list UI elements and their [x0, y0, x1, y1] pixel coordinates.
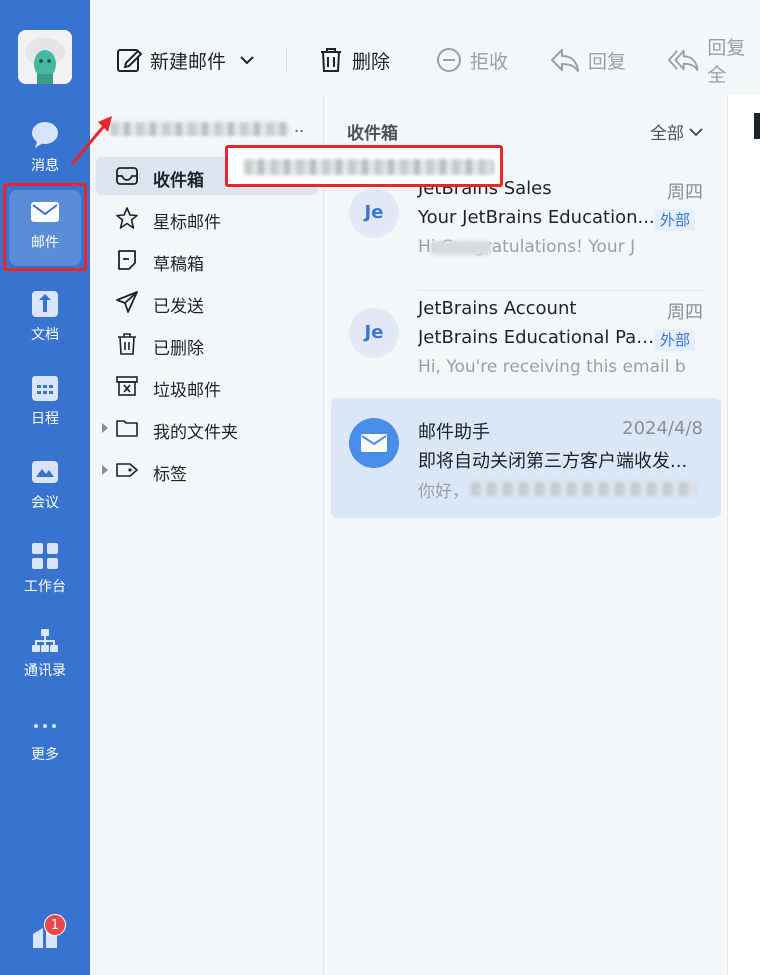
calendar-icon: [32, 376, 58, 401]
folder-label: 草稿箱: [153, 255, 204, 275]
folder-label: 星标邮件: [153, 213, 221, 233]
folder-label: 垃圾邮件: [153, 381, 221, 401]
mail-date: 周四: [667, 182, 703, 203]
filter-label: 全部: [650, 124, 684, 144]
delete-button[interactable]: 删除: [318, 44, 390, 76]
org-chart-icon: [32, 629, 58, 652]
sender-avatar: Je: [349, 188, 399, 238]
envelope-icon: [361, 434, 387, 452]
delete-label: 删除: [352, 50, 391, 73]
chat-bubble-icon: [32, 122, 58, 148]
tag-icon: [116, 463, 138, 477]
toolbar: 新建邮件 删除 拒收 回复 回复全: [90, 0, 760, 95]
rail-item-meetings[interactable]: 会议: [0, 450, 90, 526]
rail-item-calendar[interactable]: 日程: [0, 366, 90, 442]
list-title: 收件箱: [347, 124, 398, 144]
new-mail-label: 新建邮件: [150, 50, 227, 73]
rail-item-more[interactable]: 更多: [0, 702, 90, 778]
external-tag: 外部: [654, 329, 695, 351]
mail-list-pane: 收件箱 全部 Je JetBrains Sales 周四 Your JetBra…: [325, 95, 727, 975]
more-dots-icon: [34, 724, 56, 728]
mail-divider: [418, 290, 703, 291]
rail-item-label: 通讯录: [24, 663, 66, 679]
new-mail-button[interactable]: 新建邮件: [116, 44, 264, 76]
expand-caret-icon[interactable]: [102, 423, 108, 433]
rail-item-contacts[interactable]: 通讯录: [0, 618, 90, 694]
folder-my-folders[interactable]: 我的文件夹: [96, 409, 318, 447]
spam-box-icon: [116, 376, 138, 396]
filter-dropdown[interactable]: 全部: [650, 119, 704, 144]
folder-spam[interactable]: 垃圾邮件: [96, 367, 318, 405]
doc-icon: [32, 291, 58, 317]
folder-label: 已删除: [153, 339, 204, 359]
sender-avatar: Je: [349, 308, 399, 358]
mail-sender: 邮件助手: [418, 422, 490, 443]
chevron-down-icon: [689, 127, 703, 136]
folder-deleted[interactable]: 已删除: [96, 325, 318, 363]
mail-sender: JetBrains Account: [418, 298, 577, 319]
folder-starred[interactable]: 星标邮件: [96, 199, 318, 237]
compose-icon: [117, 49, 142, 72]
mail-item-selected[interactable]: 邮件助手 2024/4/8 即将自动关闭第三方客户端收发... 你好，: [331, 398, 721, 518]
trash-icon: [118, 333, 136, 355]
apps-grid-icon: [32, 543, 58, 569]
mail-item[interactable]: Je JetBrains Sales 周四 Your JetBrains Edu…: [331, 178, 721, 298]
toolbar-divider: [286, 48, 287, 72]
star-icon: [116, 207, 138, 229]
rail-item-workbench[interactable]: 工作台: [0, 534, 90, 610]
reading-pane-title-fragment: [754, 113, 760, 139]
reject-label: 拒收: [470, 50, 509, 73]
notification-badge: 1: [44, 914, 66, 936]
mail-subject: JetBrains Educational Pac...: [418, 327, 658, 348]
mail-subject: 即将自动关闭第三方客户端收发...: [418, 451, 688, 472]
external-tag: 外部: [654, 209, 695, 231]
folder-sent[interactable]: 已发送: [96, 283, 318, 321]
rail-item-label: 日程: [31, 411, 59, 427]
mail-subject: Your JetBrains Education...: [418, 207, 655, 228]
rail-item-docs[interactable]: 文档: [0, 282, 90, 358]
expand-caret-icon[interactable]: [102, 465, 108, 475]
reply-button[interactable]: 回复: [550, 44, 626, 76]
chevron-down-icon[interactable]: [238, 51, 256, 69]
rail-item-label: 工作台: [24, 579, 66, 595]
reply-label: 回复: [588, 50, 627, 73]
reply-all-label: 回复全: [707, 37, 746, 86]
reject-button[interactable]: 拒收: [436, 44, 508, 76]
send-icon: [116, 291, 138, 313]
folder-drafts[interactable]: 草稿箱: [96, 241, 318, 279]
annotation-box-mail: [3, 183, 87, 271]
annotation-arrow: [70, 116, 112, 165]
mail-assistant-avatar: [349, 418, 399, 468]
meeting-icon: [32, 461, 58, 483]
inbox-icon: [116, 167, 138, 185]
annotation-box-account: [225, 145, 503, 187]
reading-pane: [727, 95, 760, 975]
draft-icon: [118, 250, 136, 270]
rail-item-label: 文档: [31, 327, 59, 343]
folder-label: 我的文件夹: [153, 423, 238, 443]
folder-label: 收件箱: [153, 171, 204, 191]
reply-icon: [551, 49, 579, 72]
rail-item-label: 更多: [31, 747, 59, 763]
mail-preview: Hi, You're receiving this email b: [418, 357, 686, 377]
folder-tags[interactable]: 标签: [96, 451, 318, 489]
user-avatar[interactable]: [18, 30, 72, 84]
reject-icon: [437, 48, 461, 72]
reply-all-button[interactable]: 回复全: [668, 37, 760, 86]
account-name-redacted[interactable]: ..: [110, 117, 310, 137]
folder-label: 标签: [153, 465, 187, 485]
folder-label: 已发送: [153, 297, 204, 317]
folder-pane: .. 收件箱 星标邮件 草稿箱 已发送 已删除 垃圾邮件 我的文件夹 标签: [90, 95, 324, 975]
mail-date: 周四: [667, 302, 703, 323]
mail-date: 2024/4/8: [622, 418, 703, 439]
reply-all-icon: [668, 49, 699, 72]
rail-item-label: 会议: [31, 495, 59, 511]
trash-icon: [321, 48, 341, 72]
folder-icon: [116, 420, 138, 437]
